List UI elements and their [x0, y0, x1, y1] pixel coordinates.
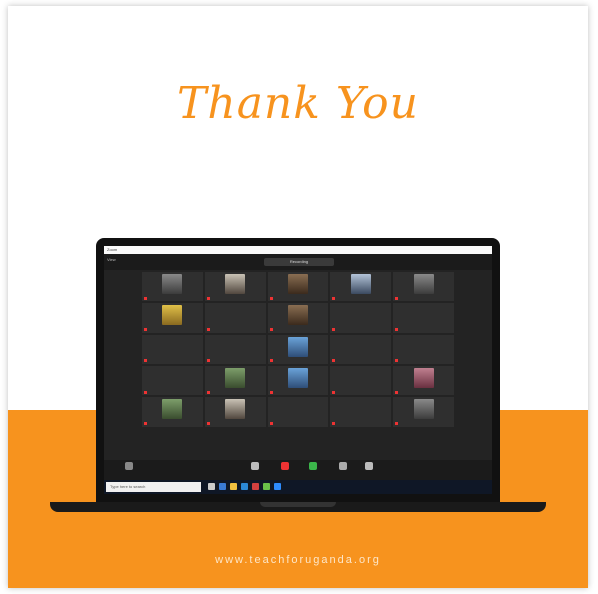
meeting-top-bar: View Recording: [104, 254, 492, 270]
folder-icon[interactable]: [230, 483, 237, 490]
browser-icon[interactable]: [241, 483, 248, 490]
participant-tile[interactable]: [204, 303, 266, 333]
reactions-icon: [365, 462, 373, 470]
participant-tile[interactable]: [142, 366, 203, 396]
camera-icon: [125, 462, 133, 470]
participant-video: [225, 274, 246, 294]
participant-tile[interactable]: [330, 272, 392, 302]
participant-name-label: [395, 389, 399, 394]
meeting-toolbar: [104, 460, 492, 480]
participant-tile[interactable]: [142, 272, 203, 302]
participant-name-label: [395, 327, 399, 332]
participant-video: [162, 399, 183, 420]
participant-tile[interactable]: [393, 303, 454, 333]
participant-name-label: [144, 327, 148, 332]
thank-you-title: Thank You: [177, 78, 419, 129]
taskbar-app-icon[interactable]: [263, 483, 270, 490]
toolbar-button[interactable]: [274, 462, 296, 471]
participant-name-label: [270, 295, 274, 300]
participant-video: [162, 274, 183, 294]
participant-tile[interactable]: [330, 303, 392, 333]
participant-tile[interactable]: [204, 397, 266, 427]
participant-name-label: [332, 295, 336, 300]
participant-tile[interactable]: [142, 303, 203, 333]
participant-tile[interactable]: [393, 272, 454, 302]
participant-tile[interactable]: [393, 334, 454, 364]
participant-name-label: [395, 295, 399, 300]
participant-video: [162, 305, 183, 326]
participant-tile[interactable]: [330, 397, 392, 427]
participant-name-label: [207, 389, 211, 394]
recording-indicator: Recording: [264, 258, 334, 266]
taskbar-app-icon[interactable]: [252, 483, 259, 490]
record-icon: [339, 462, 347, 470]
participant-video: [287, 336, 308, 357]
participant-tile[interactable]: [330, 366, 392, 396]
participant-name-label: [270, 389, 274, 394]
participant-tile[interactable]: [393, 366, 454, 396]
start-icon[interactable]: [208, 483, 215, 490]
thank-you-card: Thank You Zoom View Recording Type here …: [8, 6, 588, 588]
participant-video: [413, 274, 434, 294]
participant-tile[interactable]: [330, 334, 392, 364]
participant-name-label: [332, 389, 336, 394]
laptop-notch: [260, 502, 336, 507]
toolbar-button[interactable]: [244, 462, 266, 471]
participant-video: [413, 368, 434, 388]
participant-name-label: [270, 421, 274, 426]
participant-name-label: [144, 295, 148, 300]
zoom-icon[interactable]: [274, 483, 281, 490]
participant-name-label: [332, 327, 336, 332]
participant-name-label: [207, 327, 211, 332]
participant-name-label: [270, 327, 274, 332]
participant-tile[interactable]: [267, 334, 329, 364]
participant-name-label: [332, 358, 336, 363]
participant-video: [287, 368, 308, 388]
participant-tile[interactable]: [267, 303, 329, 333]
participant-tile[interactable]: [142, 334, 203, 364]
participant-tile[interactable]: [204, 366, 266, 396]
participant-tile[interactable]: [204, 272, 266, 302]
taskbar-search-input[interactable]: Type here to search: [106, 482, 201, 492]
laptop: Zoom View Recording Type here to search: [96, 238, 500, 502]
website-url[interactable]: www.teachforuganda.org: [8, 554, 588, 566]
participant-video: [287, 274, 308, 294]
toolbar-button[interactable]: [358, 462, 380, 471]
windows-taskbar: Type here to search: [104, 480, 492, 494]
participant-video: [350, 274, 371, 294]
participants-icon: [251, 462, 259, 470]
participant-name-label: [207, 358, 211, 363]
participant-video: [413, 399, 434, 420]
chat-icon: [281, 462, 289, 470]
participant-name-label: [332, 421, 336, 426]
laptop-screen: Zoom View Recording Type here to search: [104, 246, 492, 494]
participant-video: [225, 399, 246, 420]
participant-name-label: [395, 358, 399, 363]
participant-name-label: [270, 358, 274, 363]
toolbar-button[interactable]: [332, 462, 354, 471]
taskbar-app-icon[interactable]: [219, 483, 226, 490]
participant-name-label: [144, 389, 148, 394]
participant-grid: [142, 272, 454, 458]
toolbar-button[interactable]: [302, 462, 324, 471]
participant-tile[interactable]: [267, 366, 329, 396]
window-title-bar: Zoom: [104, 246, 492, 254]
participant-name-label: [144, 421, 148, 426]
participant-tile[interactable]: [204, 334, 266, 364]
laptop-base: [50, 502, 546, 512]
participant-name-label: [207, 295, 211, 300]
share-screen-icon: [309, 462, 317, 470]
toolbar-button[interactable]: [118, 462, 140, 471]
participant-name-label: [207, 421, 211, 426]
participant-tile[interactable]: [393, 397, 454, 427]
participant-tile[interactable]: [267, 397, 329, 427]
view-button[interactable]: View: [107, 257, 116, 262]
participant-tile[interactable]: [142, 397, 203, 427]
participant-video: [287, 305, 308, 326]
participant-video: [225, 368, 246, 388]
window-title: Zoom: [107, 247, 118, 252]
participant-name-label: [395, 421, 399, 426]
participant-tile[interactable]: [267, 272, 329, 302]
participant-name-label: [144, 358, 148, 363]
